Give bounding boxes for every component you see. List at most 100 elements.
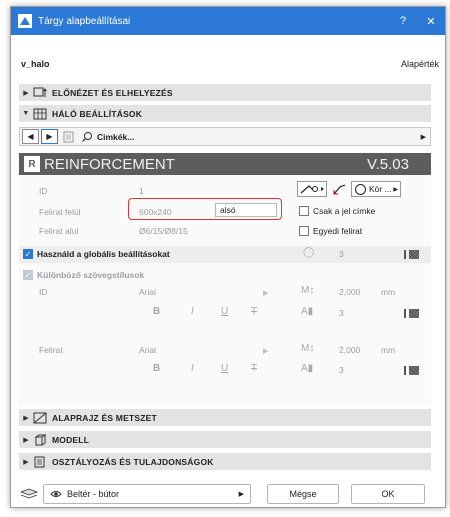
id-value: 1 xyxy=(139,186,144,196)
object-header: v_halo Alapérték xyxy=(21,59,439,69)
layer-value: Beltér - bútor xyxy=(67,489,120,499)
banner-title: REINFORCEMENT xyxy=(44,155,175,173)
chevron-right-icon[interactable]: ▶ xyxy=(421,133,426,141)
different-styles-label: Különböző szövegstílusok xyxy=(37,270,145,280)
row1-font-size[interactable]: 2,000 xyxy=(339,287,360,297)
object-name: v_halo xyxy=(21,59,50,69)
font-size-icon: M↕ xyxy=(301,285,315,296)
global-number: 3 xyxy=(339,249,344,259)
defaults-label[interactable]: Alapérték xyxy=(401,59,439,69)
arrow-shape-icon[interactable] xyxy=(297,181,327,197)
footer-bar: Beltér - bútor ▶ Mégse OK xyxy=(19,482,431,506)
row2-font[interactable]: Arial xyxy=(139,345,156,355)
only-tag-checkbox[interactable] xyxy=(299,206,309,216)
section-floorplan-label: ALAPRAJZ ÉS METSZET xyxy=(52,412,157,423)
section-floorplan[interactable]: ▶ ALAPRAJZ ÉS METSZET xyxy=(19,409,431,426)
id-label: ID xyxy=(39,186,48,196)
shape-dropdown[interactable]: Kör ... ▶ xyxy=(351,181,401,197)
chevron-right-icon: ▶ xyxy=(23,89,29,97)
section-model[interactable]: ▶ MODELL xyxy=(19,431,431,448)
previous-page-button[interactable]: ◀ xyxy=(22,129,39,144)
leader-line-icon[interactable] xyxy=(331,181,347,197)
close-button[interactable]: ✕ xyxy=(417,15,445,28)
pen-icon[interactable] xyxy=(404,250,420,259)
use-global-label: Használd a globális beállításokat xyxy=(37,249,170,259)
custom-label-label: Egyedi felirat xyxy=(313,226,363,236)
arrow-left-icon: ◀ xyxy=(27,132,34,141)
arrow-right-icon: ▶ xyxy=(46,132,53,141)
label-top-input[interactable]: alsó xyxy=(215,203,277,217)
italic-icon[interactable]: I xyxy=(191,363,194,374)
pen-color-icon[interactable] xyxy=(404,366,420,375)
chevron-right-icon: ▶ xyxy=(23,458,29,466)
layer-dropdown[interactable]: Beltér - bútor ▶ xyxy=(43,484,251,504)
underline-icon[interactable]: U xyxy=(221,363,228,374)
next-page-button[interactable]: ▶ xyxy=(41,129,58,144)
row2-pen-number[interactable]: 3 xyxy=(339,365,344,375)
pen-color-icon[interactable] xyxy=(404,309,420,318)
chevron-down-icon: ▼ xyxy=(22,110,30,117)
chevron-right-icon[interactable]: ▶ xyxy=(263,289,268,297)
label-bottom-label: Felirat alul xyxy=(39,226,79,236)
tag-search-icon xyxy=(82,131,92,142)
chevron-right-icon: ▶ xyxy=(393,186,398,193)
preview-icon xyxy=(33,87,47,97)
chevron-right-icon[interactable]: ▶ xyxy=(263,347,268,355)
reinforcement-banner: R REINFORCEMENT V.5.03 xyxy=(19,153,431,175)
section-classification[interactable]: ▶ OSZTÁLYOZÁS ÉS TULAJDONSÁGOK xyxy=(19,453,431,470)
ok-button[interactable]: OK xyxy=(351,484,425,504)
marker-icon: ◯ xyxy=(303,247,315,258)
section-classification-label: OSZTÁLYOZÁS ÉS TULAJDONSÁGOK xyxy=(52,456,214,467)
text-pen-icon: A▮ xyxy=(301,363,314,374)
row1-label: ID xyxy=(39,287,48,297)
help-button[interactable]: ? xyxy=(389,15,417,27)
app-icon xyxy=(18,14,32,28)
classification-icon xyxy=(34,456,45,467)
row1-unit: mm xyxy=(381,287,396,297)
title-bar: Tárgy alapbeállításai ? ✕ xyxy=(11,7,445,35)
row1-font[interactable]: Arial xyxy=(139,287,156,297)
object-settings-dialog: Tárgy alapbeállításai ? ✕ v_halo Alapért… xyxy=(10,6,446,508)
label-top-label: Felirat felül xyxy=(39,207,81,217)
section-preview-label: ELŐNÉZET ÉS ELHELYEZÉS xyxy=(52,87,173,98)
strikethrough-icon[interactable]: T xyxy=(251,306,257,317)
italic-icon[interactable]: I xyxy=(191,306,194,317)
parameter-area: ID 1 Kör ... ▶ Felirat felül 600x240 als… xyxy=(19,175,431,406)
eye-icon xyxy=(50,491,62,497)
bold-icon[interactable]: B xyxy=(153,306,160,317)
model-cube-icon xyxy=(34,434,47,445)
only-tag-label: Csak a jel címke xyxy=(313,206,376,216)
reinforcement-logo: R xyxy=(24,156,40,172)
row2-label: Felirat xyxy=(39,345,63,355)
strikethrough-icon[interactable]: T xyxy=(251,363,257,374)
page-list-icon[interactable] xyxy=(63,131,77,143)
font-size-icon: M↕ xyxy=(301,343,315,354)
banner-version: V.5.03 xyxy=(367,155,409,173)
bold-icon[interactable]: B xyxy=(153,363,160,374)
row2-unit: mm xyxy=(381,345,396,355)
layer-stack-icon xyxy=(19,488,39,499)
chevron-right-icon: ▶ xyxy=(23,414,29,422)
section-preview[interactable]: ▶ ELŐNÉZET ÉS ELHELYEZÉS xyxy=(19,84,431,101)
chevron-right-icon: ▶ xyxy=(23,436,29,444)
section-model-label: MODELL xyxy=(52,434,90,445)
label-bottom-value: Ø6/15/Ø8/15 xyxy=(139,226,188,236)
mesh-icon xyxy=(33,108,47,119)
page-label[interactable]: Cimkék... xyxy=(97,132,134,142)
use-global-checkbox[interactable]: ✓ xyxy=(23,249,33,259)
page-navigation-bar: ◀ ▶ Cimkék... ▶ xyxy=(19,127,431,146)
window-title: Tárgy alapbeállításai xyxy=(38,15,131,27)
row1-pen-number[interactable]: 3 xyxy=(339,308,344,318)
row2-font-size[interactable]: 2,000 xyxy=(339,345,360,355)
section-mesh[interactable]: ▼ HÁLÓ BEÁLLÍTÁSOK xyxy=(19,105,431,122)
circle-icon xyxy=(355,183,366,195)
different-styles-checkbox[interactable]: ✓ xyxy=(23,270,33,280)
underline-icon[interactable]: U xyxy=(221,306,228,317)
shape-dropdown-value: Kör ... xyxy=(369,184,392,194)
cancel-button[interactable]: Mégse xyxy=(267,484,339,504)
custom-label-checkbox[interactable] xyxy=(299,226,309,236)
floorplan-icon xyxy=(33,412,47,423)
section-mesh-label: HÁLÓ BEÁLLÍTÁSOK xyxy=(52,108,143,119)
label-top-value: 600x240 xyxy=(139,207,172,217)
text-pen-icon: A▮ xyxy=(301,306,314,317)
